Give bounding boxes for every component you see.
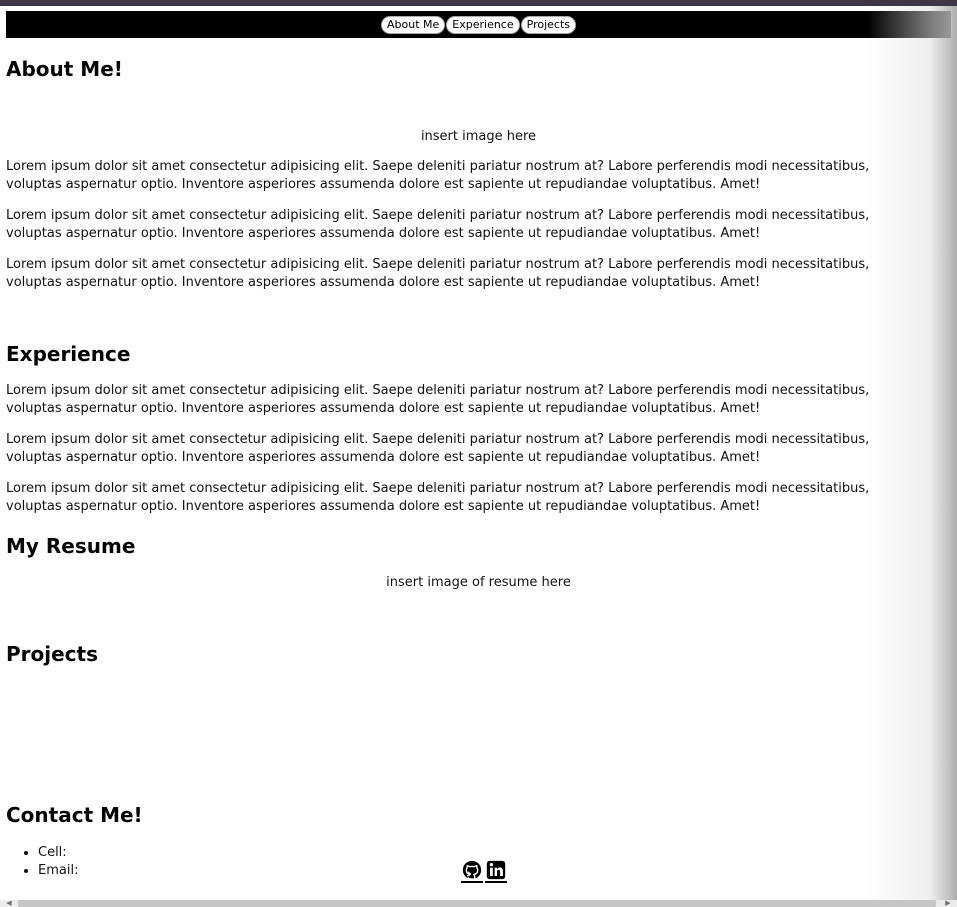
- linkedin-link[interactable]: [485, 859, 507, 883]
- horizontal-scrollbar[interactable]: ◀ ▶: [0, 900, 957, 907]
- about-me-section: Lorem ipsum dolor sit amet consectetur a…: [6, 158, 928, 292]
- about-paragraph-1: Lorem ipsum dolor sit amet consectetur a…: [6, 159, 870, 192]
- experience-section: Lorem ipsum dolor sit amet consectetur a…: [6, 382, 928, 516]
- nav-about-me-link[interactable]: About Me: [381, 15, 446, 34]
- experience-heading: Experience: [6, 342, 131, 366]
- experience-paragraph-2: Lorem ipsum dolor sit amet consectetur a…: [6, 432, 870, 465]
- contact-list: Cell: Email:: [22, 844, 78, 880]
- experience-paragraph-1: Lorem ipsum dolor sit amet consectetur a…: [6, 383, 870, 416]
- about-me-heading: About Me!: [6, 57, 123, 81]
- github-link[interactable]: [461, 859, 483, 883]
- contact-email-item: Email:: [38, 862, 78, 880]
- about-paragraph-3: Lorem ipsum dolor sit amet consectetur a…: [6, 257, 870, 290]
- projects-heading: Projects: [6, 642, 99, 666]
- github-icon: [462, 860, 482, 880]
- scroll-right-icon[interactable]: ▶: [942, 900, 954, 907]
- portfolio-page: About Me Experience Projects About Me! i…: [6, 11, 951, 897]
- nav-experience-link[interactable]: Experience: [446, 15, 520, 34]
- experience-paragraph-3: Lorem ipsum dolor sit amet consectetur a…: [6, 481, 870, 514]
- horizontal-scroll-thumb[interactable]: [18, 900, 936, 907]
- resume-image-placeholder: insert image of resume here: [386, 575, 571, 590]
- my-resume-heading: My Resume: [6, 534, 136, 558]
- browser-top-strip: [0, 0, 957, 6]
- about-paragraph-2: Lorem ipsum dolor sit amet consectetur a…: [6, 208, 870, 241]
- nav-projects-link[interactable]: Projects: [520, 15, 576, 34]
- about-image-placeholder: insert image here: [420, 129, 537, 144]
- navigation-bar: About Me Experience Projects: [6, 11, 951, 38]
- scroll-left-icon[interactable]: ◀: [3, 900, 15, 907]
- linkedin-icon: [486, 860, 506, 880]
- contact-cell-item: Cell:: [38, 844, 78, 862]
- contact-me-heading: Contact Me!: [6, 803, 143, 827]
- social-links: [461, 859, 507, 883]
